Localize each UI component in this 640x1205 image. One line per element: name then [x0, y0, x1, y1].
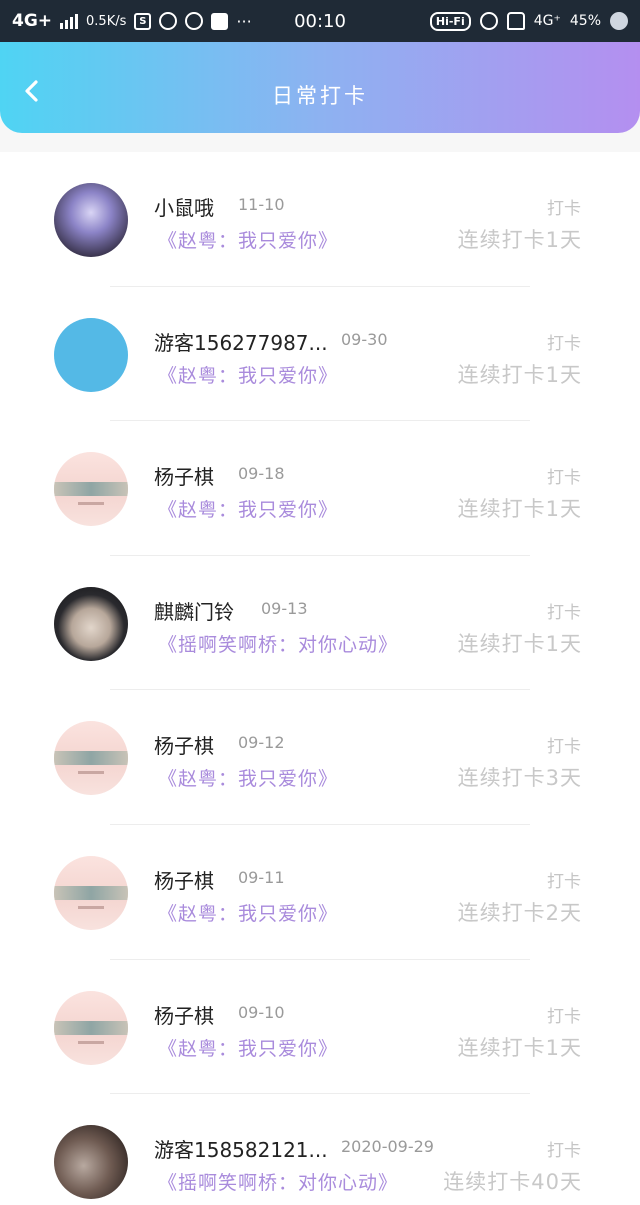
- list-item[interactable]: 麒麟门铃 09-13 《摇啊笑啊桥：对你心动》 打卡连续打卡1天: [0, 555, 640, 691]
- song-title[interactable]: 《赵粤：我只爱你》: [158, 495, 338, 522]
- checkin-label: 打卡: [547, 333, 581, 354]
- song-title[interactable]: 《摇啊笑啊桥：对你心动》: [158, 630, 398, 657]
- battery-level: 45%: [569, 13, 601, 29]
- user-name: 游客156277987...: [154, 330, 328, 355]
- user-name: 游客158582121...: [154, 1138, 328, 1163]
- checkin-date: 09-12: [238, 733, 285, 753]
- streak-text: 连续打卡1天: [457, 631, 582, 656]
- network-speed: 0.5K/s: [86, 13, 127, 29]
- avatar-status-icon: [610, 12, 628, 30]
- streak-text: 连续打卡40天: [443, 1170, 582, 1195]
- song-title[interactable]: 《赵粤：我只爱你》: [158, 899, 338, 926]
- notification-s-icon: S: [134, 12, 152, 30]
- song-title[interactable]: 《赵粤：我只爱你》: [158, 764, 338, 791]
- alarm-icon: [479, 12, 498, 30]
- streak-text: 连续打卡1天: [457, 228, 582, 252]
- avatar[interactable]: [54, 183, 128, 257]
- status-bar-left: 4G+ 0.5K/s S ···: [12, 11, 430, 31]
- avatar[interactable]: [54, 452, 128, 527]
- network-type-2: 4G⁺: [533, 13, 561, 29]
- user-name: 杨子棋: [154, 1003, 214, 1028]
- song-title[interactable]: 《赵粤：我只爱你》: [158, 226, 338, 253]
- list-item[interactable]: 杨子棋 09-18 《赵粤：我只爱你》 打卡连续打卡1天: [0, 421, 640, 556]
- checkin-label: 打卡: [547, 199, 581, 219]
- checkin-date: 09-13: [261, 598, 308, 618]
- user-name: 杨子棋: [154, 734, 214, 759]
- streak-text: 连续打卡1天: [457, 362, 582, 387]
- status-bar: 4G+ 0.5K/s S ··· 00:10 Hi-Fi 4G⁺ 45%: [0, 0, 640, 42]
- checkin-date: 2020-09-29: [341, 1137, 434, 1157]
- checkin-date: 11-10: [238, 195, 285, 214]
- avatar[interactable]: [54, 317, 128, 392]
- user-name: 杨子棋: [154, 465, 214, 490]
- checkin-date: 09-11: [238, 867, 285, 887]
- more-notifications-icon: ···: [236, 11, 252, 31]
- list-item[interactable]: 杨子棋 09-11 《赵粤：我只爱你》 打卡连续打卡2天: [0, 824, 640, 960]
- checkin-date: 09-30: [341, 329, 388, 349]
- checkin-date: 09-10: [238, 1002, 285, 1022]
- status-bar-right: Hi-Fi 4G⁺ 45%: [429, 11, 628, 31]
- checkin-label: 打卡: [547, 602, 581, 623]
- checkin-label: 打卡: [547, 1141, 581, 1162]
- user-name: 小鼠哦: [154, 196, 214, 220]
- avatar[interactable]: [54, 855, 128, 930]
- streak-text: 连续打卡2天: [457, 900, 582, 925]
- user-name: 杨子棋: [154, 868, 214, 893]
- avatar[interactable]: [54, 1125, 128, 1200]
- list-item[interactable]: 小鼠哦 11-10 《赵粤：我只爱你》 打卡连续打卡1天: [0, 152, 640, 287]
- avatar[interactable]: [54, 721, 128, 796]
- song-title[interactable]: 《赵粤：我只爱你》: [158, 361, 338, 388]
- mail-icon: [211, 12, 229, 30]
- checkin-label: 打卡: [547, 737, 581, 758]
- network-type: 4G+: [12, 11, 53, 31]
- checkin-label: 打卡: [547, 1006, 581, 1027]
- signal-icon: [60, 13, 79, 29]
- avatar[interactable]: [54, 990, 128, 1065]
- streak-text: 连续打卡1天: [457, 1035, 582, 1060]
- mute-bell-icon: [506, 12, 525, 30]
- checkin-list: 小鼠哦 11-10 《赵粤：我只爱你》 打卡 连续打卡1天 游客156277987... 0…: [0, 152, 640, 1205]
- streak-text: 连续打卡3天: [457, 766, 582, 791]
- avatar[interactable]: [54, 586, 128, 661]
- weibo-icon: [159, 12, 178, 30]
- checkin-label: 打卡: [547, 871, 581, 892]
- checkin-date: 09-18: [238, 464, 285, 484]
- fan-icon: [185, 12, 204, 30]
- user-name: 麒麟门铃: [154, 599, 234, 624]
- list-item[interactable]: 游客156277987... 09-30 《赵粤：我只爱你》 打卡连续打卡1天: [0, 286, 640, 422]
- song-title[interactable]: 《赵粤：我只爱你》: [158, 1034, 338, 1061]
- checkin-label: 打卡: [547, 468, 581, 489]
- list-item[interactable]: 杨子棋 09-12 《赵粤：我只爱你》 打卡连续打卡3天: [0, 690, 640, 825]
- hifi-badge: Hi-Fi: [429, 11, 471, 31]
- song-title[interactable]: 《摇啊笑啊桥：对你心动》: [158, 1168, 398, 1195]
- list-item[interactable]: 游客158582121... 2020-09-29 《摇啊笑啊桥：对你心动》 打卡连续…: [0, 1094, 640, 1205]
- streak-text: 连续打卡1天: [457, 497, 582, 522]
- header-bar: 日常打卡: [0, 42, 640, 133]
- list-item[interactable]: 杨子棋 09-10 《赵粤：我只爱你》 打卡连续打卡1天: [0, 959, 640, 1095]
- page-title: 日常打卡: [272, 84, 368, 108]
